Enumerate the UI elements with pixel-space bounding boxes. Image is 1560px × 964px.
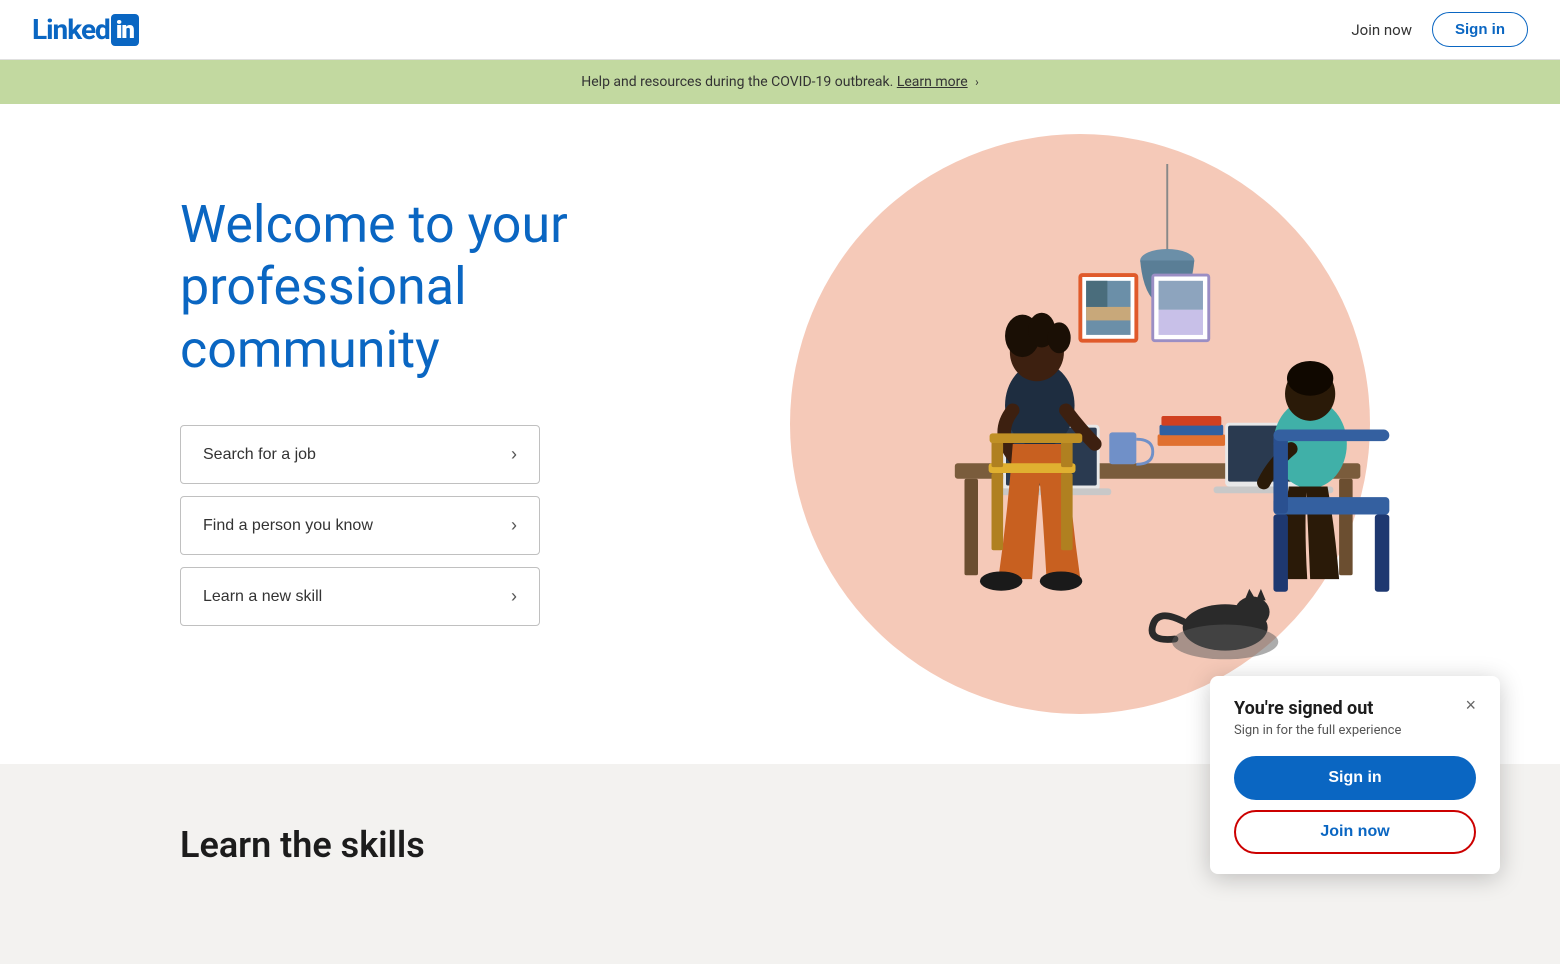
hero-title-line2: professional community bbox=[180, 256, 467, 379]
learn-skill-chevron-icon: › bbox=[511, 586, 517, 607]
hero-left: Welcome to your professional community S… bbox=[180, 164, 640, 626]
linkedin-logo: Linkedin bbox=[32, 13, 139, 46]
search-job-label: Search for a job bbox=[203, 446, 316, 464]
search-job-button[interactable]: Search for a job › bbox=[180, 425, 540, 484]
covid-banner: Help and resources during the COVID-19 o… bbox=[0, 60, 1560, 104]
header-sign-in-button[interactable]: Sign in bbox=[1432, 12, 1528, 47]
popup-join-now-button[interactable]: Join now bbox=[1234, 810, 1476, 854]
covid-banner-text: Help and resources during the COVID-19 o… bbox=[581, 74, 893, 90]
popup-header: You're signed out × bbox=[1234, 698, 1476, 719]
hero-title: Welcome to your professional community bbox=[180, 194, 640, 381]
hero-title-line1: Welcome to your bbox=[180, 194, 568, 255]
covid-learn-more-link[interactable]: Learn more bbox=[897, 74, 968, 90]
popup-title: You're signed out bbox=[1234, 698, 1373, 719]
header: Linkedin Join now Sign in bbox=[0, 0, 1560, 60]
learn-skills-title: Learn the skills bbox=[180, 824, 1380, 866]
popup-close-button[interactable]: × bbox=[1465, 696, 1476, 714]
hero-illustration bbox=[740, 164, 1440, 724]
learn-skill-label: Learn a new skill bbox=[203, 588, 322, 606]
popup-sign-in-button[interactable]: Sign in bbox=[1234, 756, 1476, 800]
find-person-button[interactable]: Find a person you know › bbox=[180, 496, 540, 555]
search-job-chevron-icon: › bbox=[511, 444, 517, 465]
learn-skill-button[interactable]: Learn a new skill › bbox=[180, 567, 540, 626]
header-nav: Join now Sign in bbox=[1351, 12, 1528, 47]
popup-subtitle: Sign in for the full experience bbox=[1234, 723, 1476, 738]
hero-section: Welcome to your professional community S… bbox=[0, 104, 1560, 764]
hero-svg bbox=[740, 164, 1440, 724]
find-person-chevron-icon: › bbox=[511, 515, 517, 536]
logo-in-badge: in bbox=[111, 14, 139, 46]
logo-text: Linked bbox=[32, 13, 110, 46]
find-person-label: Find a person you know bbox=[203, 517, 373, 535]
header-join-now-link[interactable]: Join now bbox=[1351, 21, 1412, 39]
action-buttons: Search for a job › Find a person you kno… bbox=[180, 425, 640, 626]
signed-out-popup: You're signed out × Sign in for the full… bbox=[1210, 676, 1500, 874]
covid-chevron-icon: › bbox=[975, 75, 979, 89]
